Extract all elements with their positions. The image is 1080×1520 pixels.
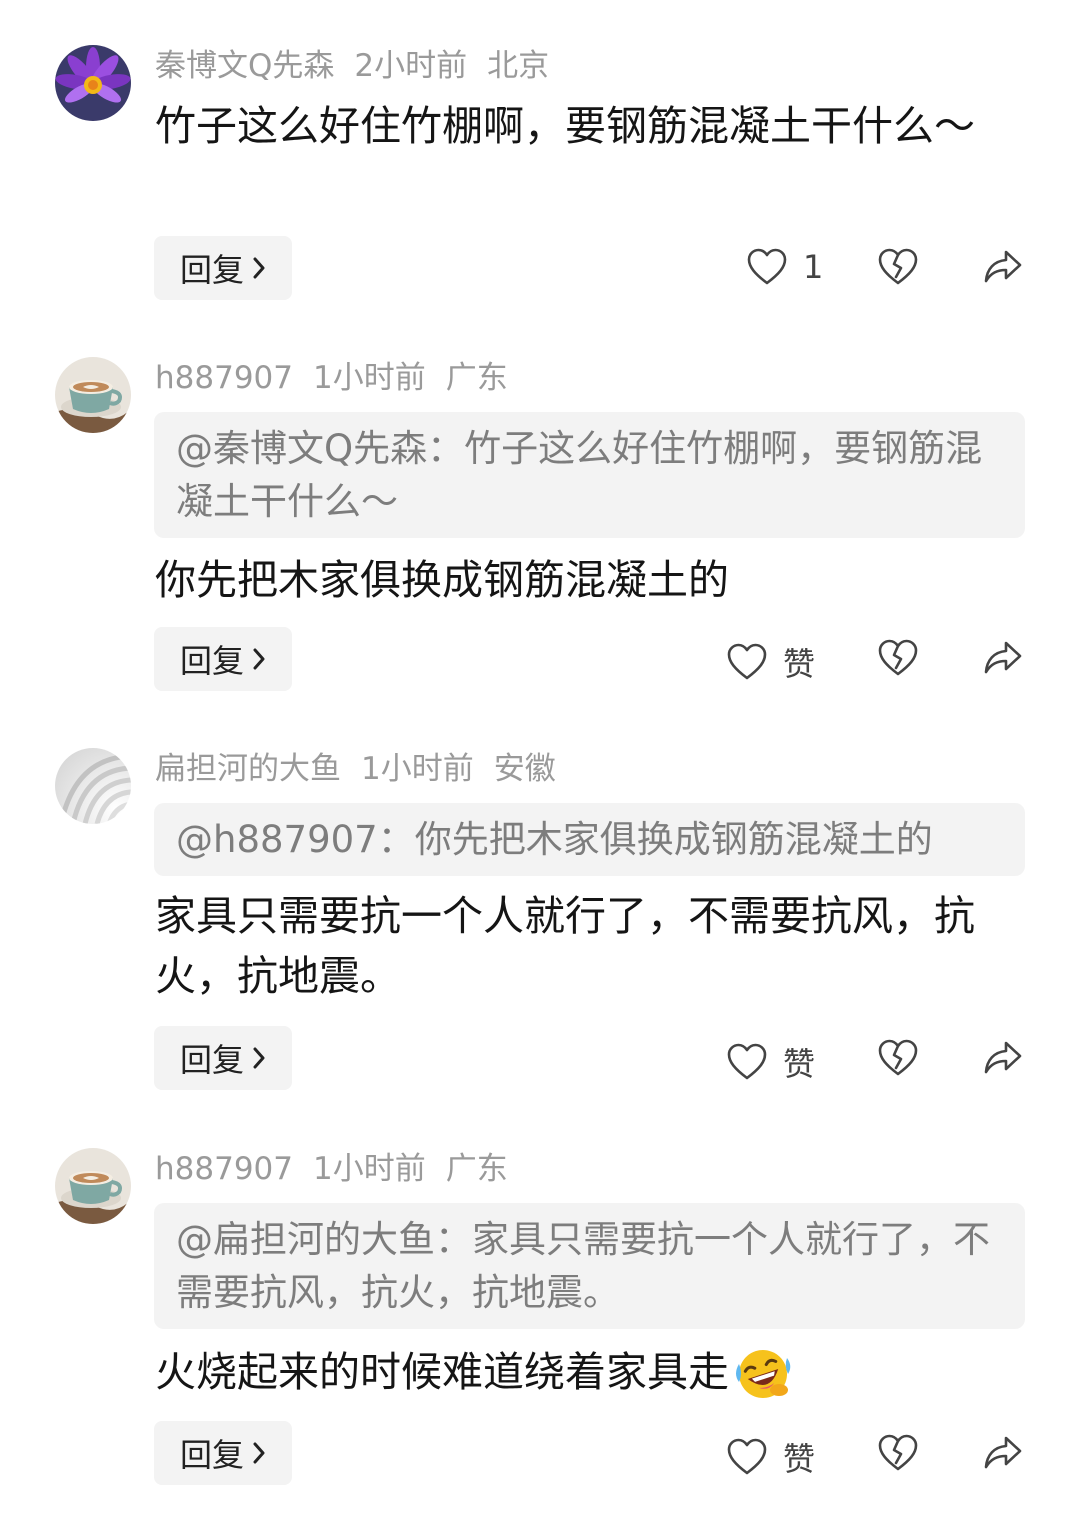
like-label: 赞 [783, 1440, 816, 1478]
reply-label: 回复 [179, 1041, 244, 1079]
chevron-right-icon [252, 1441, 266, 1465]
broken-heart-icon [878, 1039, 918, 1077]
share-arrow-icon [983, 1434, 1023, 1472]
comment-meta: 扁担河的大鱼 1小时前 安徽 [155, 747, 576, 791]
comment-text: 火烧起来的时候难道绕着家具走 [155, 1342, 1025, 1402]
heart-outline-icon [747, 248, 787, 286]
reply-button[interactable]: 回复 [154, 236, 292, 300]
timestamp: 2小时前 [354, 48, 468, 84]
chevron-right-icon [252, 647, 266, 671]
dislike-button[interactable] [878, 1039, 918, 1077]
location: 安徽 [493, 751, 556, 787]
heart-outline-icon [727, 643, 767, 681]
heart-outline-icon [727, 1438, 767, 1476]
timestamp: 1小时前 [361, 751, 474, 787]
comment-meta: h887907 1小时前 广东 [155, 356, 528, 400]
avatar[interactable] [55, 748, 131, 824]
avatar[interactable] [55, 1148, 131, 1224]
username[interactable]: h887907 [155, 360, 293, 396]
like-button[interactable]: 赞 [727, 1434, 815, 1480]
avatar[interactable] [55, 45, 131, 121]
timestamp: 1小时前 [313, 360, 426, 396]
username[interactable]: 秦博文Q先森 [155, 48, 334, 84]
comment-text-content: 火烧起来的时候难道绕着家具走 [155, 1348, 729, 1396]
chevron-right-icon [252, 1046, 266, 1070]
broken-heart-icon [878, 639, 918, 677]
quoted-comment: @h887907：你先把木家俱换成钢筋混凝土的 [154, 803, 1025, 876]
dislike-button[interactable] [878, 248, 918, 286]
like-button[interactable]: 1 [747, 248, 823, 286]
reply-button[interactable]: 回复 [154, 1026, 292, 1090]
dislike-button[interactable] [878, 1434, 918, 1472]
broken-heart-icon [878, 1434, 918, 1472]
location: 广东 [445, 360, 508, 396]
share-button[interactable] [983, 1039, 1023, 1077]
reply-label: 回复 [179, 1436, 244, 1474]
like-label: 赞 [783, 1045, 816, 1083]
comment-meta: 秦博文Q先森 2小时前 北京 [155, 44, 569, 88]
share-button[interactable] [983, 639, 1023, 677]
heart-outline-icon [727, 1043, 767, 1081]
comment-text: 竹子这么好住竹棚啊，要钢筋混凝土干什么～ [155, 102, 975, 150]
dislike-button[interactable] [878, 639, 918, 677]
timestamp: 1小时前 [313, 1151, 426, 1187]
username[interactable]: 扁担河的大鱼 [155, 751, 341, 787]
rolling-laughing-emoji-icon [733, 1344, 793, 1400]
like-count: 1 [803, 248, 824, 286]
like-label: 赞 [783, 645, 816, 683]
chevron-right-icon [252, 256, 266, 280]
quoted-comment: @秦博文Q先森：竹子这么好住竹棚啊，要钢筋混凝土干什么～ [154, 412, 1025, 538]
reply-button[interactable]: 回复 [154, 1421, 292, 1485]
share-arrow-icon [983, 248, 1023, 286]
comment-text: 家具只需要抗一个人就行了，不需要抗风，抗火，抗地震。 [155, 892, 975, 1000]
avatar[interactable] [55, 357, 131, 433]
like-button[interactable]: 赞 [727, 1039, 815, 1085]
reply-label: 回复 [179, 251, 244, 289]
location: 北京 [487, 48, 550, 84]
share-arrow-icon [983, 639, 1023, 677]
comment-meta: h887907 1小时前 广东 [155, 1147, 528, 1191]
username[interactable]: h887907 [155, 1151, 293, 1187]
location: 广东 [445, 1151, 508, 1187]
share-arrow-icon [983, 1039, 1023, 1077]
reply-label: 回复 [179, 642, 244, 680]
quoted-comment: @扁担河的大鱼：家具只需要抗一个人就行了，不需要抗风，抗火，抗地震。 [154, 1203, 1025, 1329]
share-button[interactable] [983, 1434, 1023, 1472]
like-button[interactable]: 赞 [727, 639, 815, 685]
broken-heart-icon [878, 248, 918, 286]
share-button[interactable] [983, 248, 1023, 286]
comment-text: 你先把木家俱换成钢筋混凝土的 [155, 556, 729, 604]
reply-button[interactable]: 回复 [154, 627, 292, 691]
